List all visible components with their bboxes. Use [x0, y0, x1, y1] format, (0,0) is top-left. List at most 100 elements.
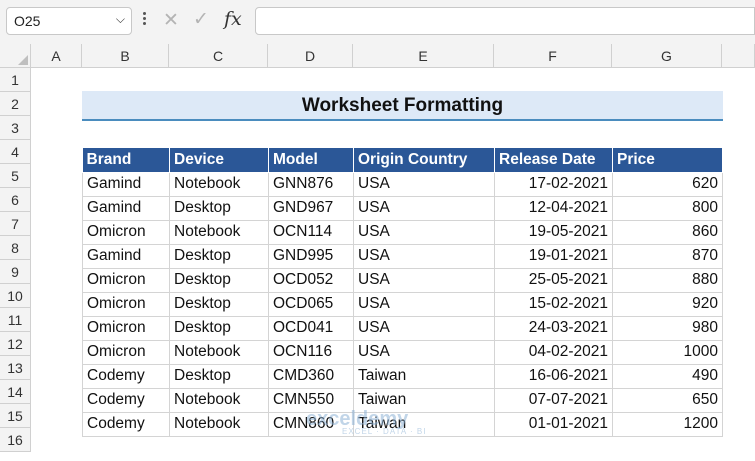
- table-cell[interactable]: Omicron: [82, 339, 170, 365]
- table-cell[interactable]: USA: [353, 315, 495, 341]
- table-cell[interactable]: OCD065: [268, 291, 354, 317]
- table-header-cell[interactable]: Model: [268, 148, 354, 173]
- worksheet-title[interactable]: Worksheet Formatting: [82, 91, 723, 121]
- table-cell[interactable]: 07-07-2021: [494, 387, 613, 413]
- chevron-down-icon[interactable]: ⌵: [116, 12, 125, 27]
- table-cell[interactable]: 920: [612, 291, 723, 317]
- table-cell[interactable]: Desktop: [169, 315, 269, 341]
- row-header-5[interactable]: 5: [0, 164, 31, 188]
- table-cell[interactable]: Notebook: [169, 219, 269, 245]
- column-header-g[interactable]: G: [612, 44, 722, 68]
- table-cell[interactable]: 24-03-2021: [494, 315, 613, 341]
- table-cell[interactable]: Omicron: [82, 267, 170, 293]
- row-header-1[interactable]: 1: [0, 68, 31, 92]
- table-cell[interactable]: Omicron: [82, 291, 170, 317]
- row-header-16[interactable]: 16: [0, 428, 31, 452]
- table-cell[interactable]: Codemy: [82, 411, 170, 437]
- table-cell[interactable]: Omicron: [82, 219, 170, 245]
- table-cell[interactable]: Notebook: [169, 387, 269, 413]
- table-cell[interactable]: 19-01-2021: [494, 243, 613, 269]
- table-cell[interactable]: 1200: [612, 411, 723, 437]
- column-header-b[interactable]: B: [82, 44, 169, 68]
- table-cell[interactable]: USA: [353, 219, 495, 245]
- table-header-cell[interactable]: Price: [612, 148, 723, 173]
- table-cell[interactable]: 1000: [612, 339, 723, 365]
- table-cell[interactable]: 800: [612, 195, 723, 221]
- table-cell[interactable]: Notebook: [169, 339, 269, 365]
- table-cell[interactable]: USA: [353, 195, 495, 221]
- table-cell[interactable]: 25-05-2021: [494, 267, 613, 293]
- table-cell[interactable]: USA: [353, 267, 495, 293]
- table-cell[interactable]: Desktop: [169, 363, 269, 389]
- table-cell[interactable]: Codemy: [82, 363, 170, 389]
- table-cell[interactable]: OCN116: [268, 339, 354, 365]
- table-cell[interactable]: 01-01-2021: [494, 411, 613, 437]
- table-cell[interactable]: 980: [612, 315, 723, 341]
- row-header-11[interactable]: 11: [0, 308, 31, 332]
- table-cell[interactable]: Desktop: [169, 243, 269, 269]
- column-header-d[interactable]: D: [268, 44, 353, 68]
- table-cell[interactable]: 16-06-2021: [494, 363, 613, 389]
- table-cell[interactable]: GNN876: [268, 171, 354, 197]
- table-cell[interactable]: Desktop: [169, 195, 269, 221]
- table-cell[interactable]: USA: [353, 291, 495, 317]
- table-cell[interactable]: 490: [612, 363, 723, 389]
- table-cell[interactable]: 19-05-2021: [494, 219, 613, 245]
- row-header-10[interactable]: 10: [0, 284, 31, 308]
- row-header-4[interactable]: 4: [0, 140, 31, 164]
- table-header-cell[interactable]: Release Date: [494, 148, 613, 173]
- column-header-f[interactable]: F: [494, 44, 612, 68]
- row-header-7[interactable]: 7: [0, 212, 31, 236]
- row-header-9[interactable]: 9: [0, 260, 31, 284]
- cancel-icon[interactable]: ✕: [163, 9, 179, 32]
- row-header-3[interactable]: 3: [0, 116, 31, 140]
- table-cell[interactable]: USA: [353, 243, 495, 269]
- table-header-cell[interactable]: Brand: [82, 148, 170, 173]
- table-cell[interactable]: 15-02-2021: [494, 291, 613, 317]
- table-cell[interactable]: 860: [612, 219, 723, 245]
- table-cell[interactable]: USA: [353, 171, 495, 197]
- table-cell[interactable]: Omicron: [82, 315, 170, 341]
- table-cell[interactable]: 04-02-2021: [494, 339, 613, 365]
- table-cell[interactable]: GND995: [268, 243, 354, 269]
- table-cell[interactable]: USA: [353, 339, 495, 365]
- table-cell[interactable]: 12-04-2021: [494, 195, 613, 221]
- table-cell[interactable]: Taiwan: [353, 363, 495, 389]
- name-box[interactable]: O25 ⌵: [6, 7, 132, 35]
- row-header-6[interactable]: 6: [0, 188, 31, 212]
- select-all-corner[interactable]: [0, 44, 31, 68]
- table-cell[interactable]: OCD041: [268, 315, 354, 341]
- row-header-15[interactable]: 15: [0, 404, 31, 428]
- column-header-c[interactable]: C: [169, 44, 268, 68]
- row-header-14[interactable]: 14: [0, 380, 31, 404]
- table-cell[interactable]: OCN114: [268, 219, 354, 245]
- table-cell[interactable]: Notebook: [169, 171, 269, 197]
- table-cell[interactable]: 880: [612, 267, 723, 293]
- table-cell[interactable]: 650: [612, 387, 723, 413]
- table-cell[interactable]: 17-02-2021: [494, 171, 613, 197]
- table-cell[interactable]: 870: [612, 243, 723, 269]
- insert-function-icon[interactable]: fx: [224, 8, 242, 30]
- row-header-13[interactable]: 13: [0, 356, 31, 380]
- table-cell[interactable]: Gamind: [82, 171, 170, 197]
- row-header-8[interactable]: 8: [0, 236, 31, 260]
- table-header-cell[interactable]: Device: [169, 148, 269, 173]
- row-header-12[interactable]: 12: [0, 332, 31, 356]
- table-cell[interactable]: Gamind: [82, 195, 170, 221]
- table-cell[interactable]: Codemy: [82, 387, 170, 413]
- table-cell[interactable]: Notebook: [169, 411, 269, 437]
- table-header-cell[interactable]: Origin Country: [353, 148, 495, 173]
- table-cell[interactable]: GND967: [268, 195, 354, 221]
- column-header-a[interactable]: A: [31, 44, 82, 68]
- table-cell[interactable]: CMD360: [268, 363, 354, 389]
- row-header-2[interactable]: 2: [0, 92, 31, 116]
- column-header-e[interactable]: E: [353, 44, 494, 68]
- table-cell[interactable]: Desktop: [169, 291, 269, 317]
- formula-input[interactable]: [255, 7, 755, 35]
- table-cell[interactable]: OCD052: [268, 267, 354, 293]
- enter-icon[interactable]: ✓: [193, 8, 209, 31]
- table-cell[interactable]: Gamind: [82, 243, 170, 269]
- table-cell[interactable]: Desktop: [169, 267, 269, 293]
- more-options-icon[interactable]: [139, 10, 149, 30]
- table-cell[interactable]: 620: [612, 171, 723, 197]
